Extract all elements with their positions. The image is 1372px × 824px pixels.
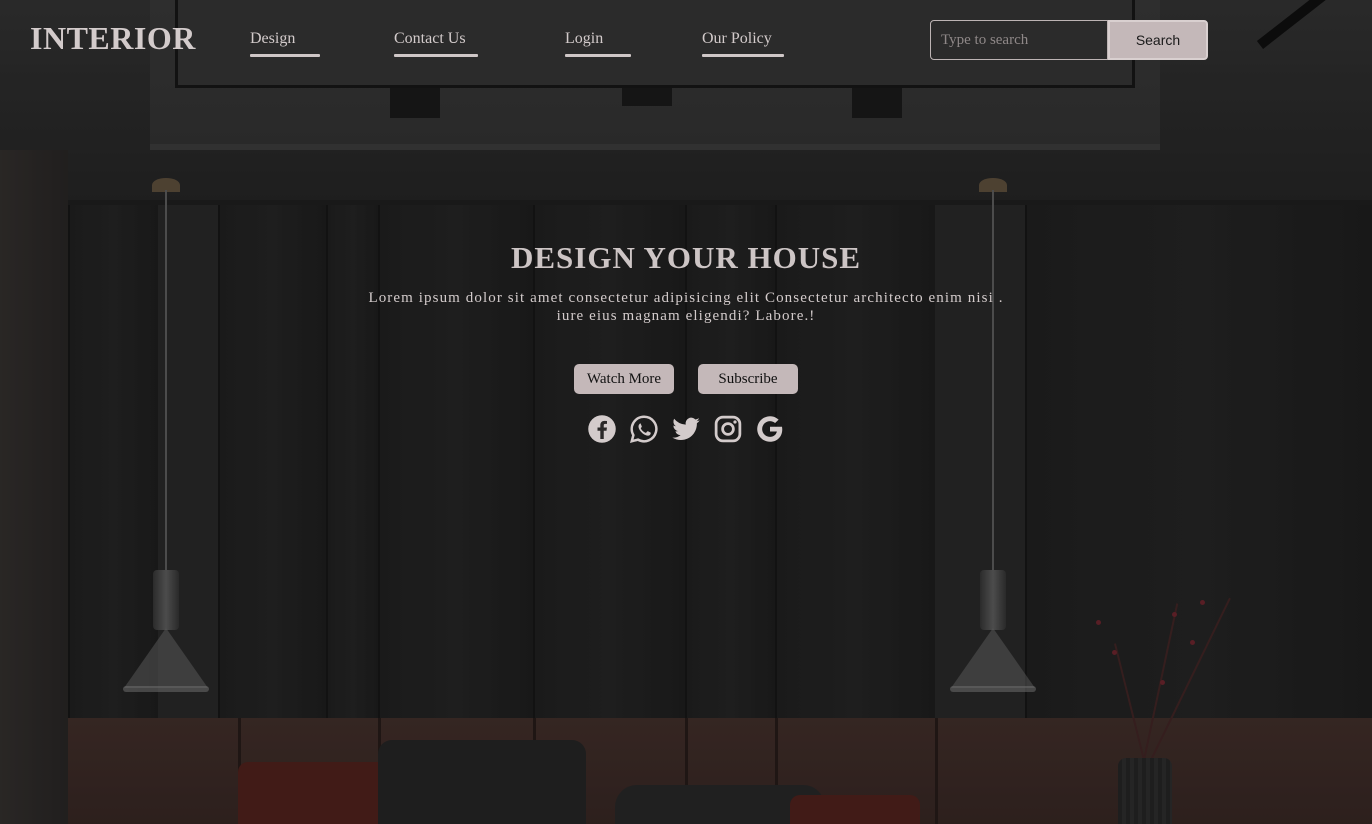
search-bar: Search: [930, 20, 1208, 60]
nav-link-contact-us[interactable]: Contact Us: [394, 30, 466, 48]
nav-link-our-policy[interactable]: Our Policy: [702, 30, 772, 48]
nav-underline: [250, 54, 320, 57]
google-icon[interactable]: [755, 414, 785, 444]
nav-underline: [394, 54, 478, 57]
search-input[interactable]: [930, 20, 1108, 60]
search-button[interactable]: Search: [1108, 20, 1208, 60]
nav-link-design[interactable]: Design: [250, 30, 295, 48]
facebook-icon[interactable]: [587, 414, 617, 444]
header: INTERIOR Design Contact Us Login Our Pol…: [0, 0, 1372, 80]
nav-underline: [702, 54, 784, 57]
nav-link-login[interactable]: Login: [565, 30, 603, 48]
whatsapp-icon[interactable]: [629, 414, 659, 444]
dark-overlay: [0, 0, 1372, 824]
hero-description-line: Lorem ipsum dolor sit amet consectetur a…: [368, 290, 1004, 306]
twitter-icon[interactable]: [671, 414, 701, 444]
hero-background-image: [0, 0, 1372, 824]
nav-underline: [565, 54, 631, 57]
logo: INTERIOR: [30, 20, 196, 56]
hero-description-line: iure eius magnam eligendi? Labore.!: [556, 308, 816, 324]
instagram-icon[interactable]: [713, 414, 743, 444]
watch-more-button[interactable]: Watch More: [574, 364, 674, 394]
hero-title: DESIGN YOUR HOUSE: [510, 240, 862, 275]
subscribe-button[interactable]: Subscribe: [698, 364, 798, 394]
hero-description: Lorem ipsum dolor sit amet consectetur a…: [320, 289, 1052, 325]
